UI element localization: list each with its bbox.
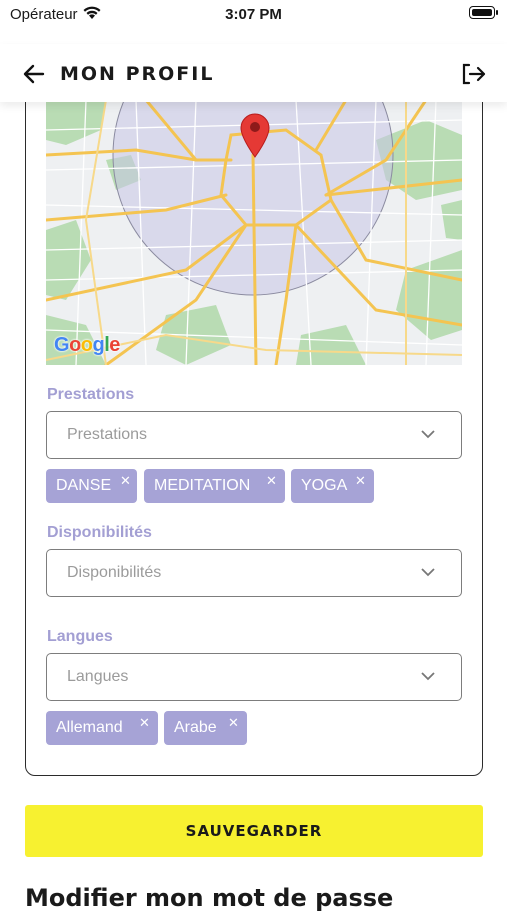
battery-icon [469, 6, 498, 19]
back-arrow-icon[interactable] [22, 62, 46, 86]
page-title: MON PROFIL [60, 63, 215, 85]
chevron-down-icon [421, 568, 435, 577]
chevron-down-icon [421, 672, 435, 681]
status-bar: Opérateur 3:07 PM [0, 0, 507, 30]
langues-label: Langues [47, 628, 113, 645]
disponibilites-label: Disponibilités [47, 524, 152, 541]
disponibilites-select[interactable]: Disponibilités [46, 549, 462, 597]
app-header: MON PROFIL [0, 44, 507, 102]
remove-chip-icon[interactable]: ✕ [120, 473, 131, 489]
google-logo: Google [54, 334, 120, 356]
remove-chip-icon[interactable]: ✕ [228, 715, 239, 731]
location-map[interactable]: Google [46, 100, 462, 365]
remove-chip-icon[interactable]: ✕ [355, 473, 366, 489]
chip-label: MEDITATION [154, 477, 251, 494]
chip-danse[interactable]: DANSE ✕ [46, 469, 137, 503]
chip-allemand[interactable]: Allemand ✕ [46, 711, 158, 745]
location-pin-icon[interactable] [239, 112, 271, 158]
chip-meditation[interactable]: MEDITATION ✕ [144, 469, 285, 503]
chevron-down-icon [421, 430, 435, 439]
password-section-heading: Modifier mon mot de passe [25, 884, 394, 912]
disponibilites-placeholder: Disponibilités [67, 564, 162, 581]
langues-placeholder: Langues [67, 668, 129, 685]
prestations-placeholder: Prestations [67, 426, 148, 443]
clock: 3:07 PM [225, 6, 282, 23]
remove-chip-icon[interactable]: ✕ [266, 473, 277, 489]
langues-select[interactable]: Langues [46, 653, 462, 701]
chip-yoga[interactable]: YOGA ✕ [291, 469, 374, 503]
remove-chip-icon[interactable]: ✕ [139, 715, 150, 731]
chip-label: Allemand [56, 719, 123, 736]
save-button[interactable]: SAUVEGARDER [25, 805, 483, 857]
prestations-select[interactable]: Prestations [46, 411, 462, 459]
prestations-label: Prestations [47, 386, 135, 403]
chip-arabe[interactable]: Arabe ✕ [164, 711, 247, 745]
chip-label: DANSE [56, 477, 112, 494]
chip-label: YOGA [301, 477, 348, 494]
logout-icon[interactable] [461, 62, 487, 86]
chip-label: Arabe [174, 719, 217, 736]
